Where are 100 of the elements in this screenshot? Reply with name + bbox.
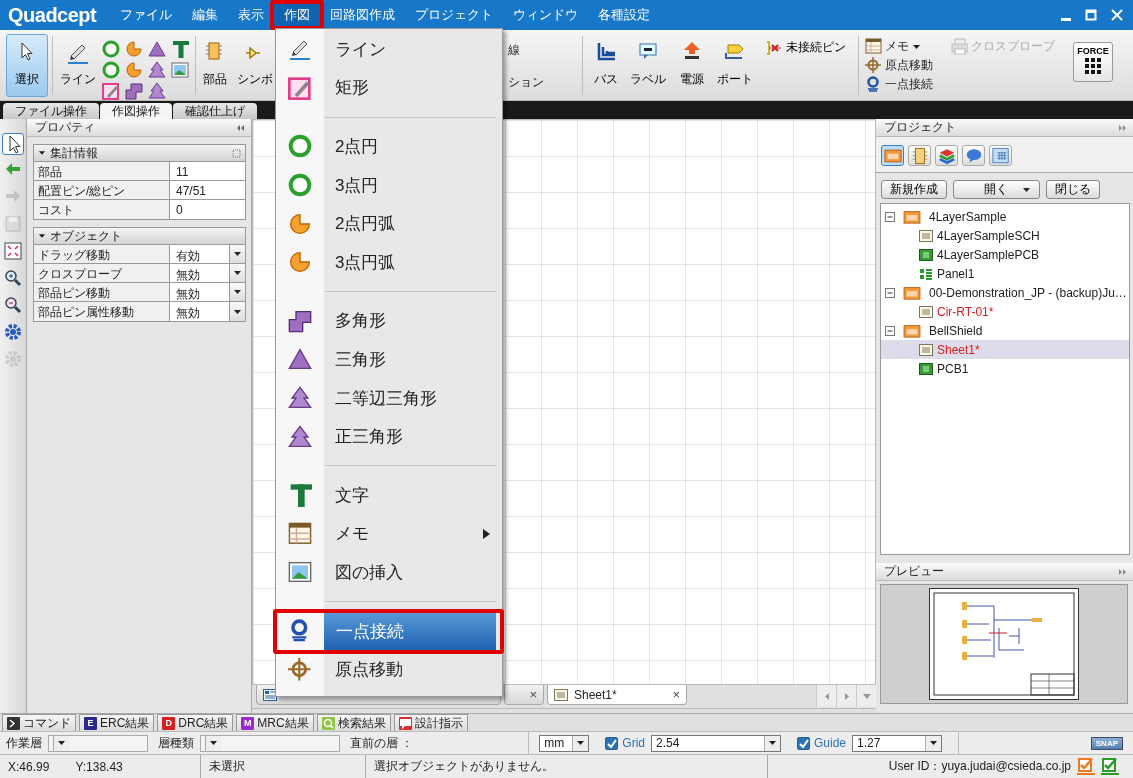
- menu-bar-item[interactable]: ウィンドウ: [503, 0, 589, 30]
- dropdown-arrow-icon[interactable]: [233, 270, 242, 276]
- property-value[interactable]: 無効: [170, 264, 229, 282]
- menu-item[interactable]: 図の挿入: [324, 560, 403, 584]
- section-title: オブジェクト: [50, 227, 122, 245]
- ribbon-tab[interactable]: ファイル操作: [3, 103, 99, 119]
- force-button[interactable]: FORCE: [1073, 42, 1113, 82]
- menu-bar-item[interactable]: プロジェクト: [405, 0, 504, 30]
- toolbar-button[interactable]: 未接続ピン: [759, 38, 852, 57]
- settings-icon[interactable]: [4, 323, 22, 343]
- menu-item[interactable]: 三角形: [324, 347, 386, 371]
- dropdown-field[interactable]: mm: [539, 734, 590, 752]
- menu-bar-item[interactable]: ファイル: [110, 0, 183, 30]
- tree-item[interactable]: Panel1: [881, 264, 1129, 283]
- menu-item[interactable]: 矩形: [324, 76, 369, 100]
- tree-item[interactable]: 4LayerSamplePCB: [881, 245, 1129, 264]
- polygon-icon: [124, 81, 143, 100]
- menu-item[interactable]: 文字: [324, 483, 369, 507]
- menu-item[interactable]: 2点円: [324, 135, 379, 158]
- toolbar-button[interactable]: ライン: [57, 34, 99, 97]
- toolbar-button[interactable]: シンボ: [234, 34, 274, 97]
- checkbox[interactable]: [605, 736, 619, 750]
- close-button[interactable]: ×: [529, 687, 537, 702]
- panel-button[interactable]: 新規作成: [881, 180, 947, 199]
- menu-bar-item[interactable]: 回路図作成: [320, 0, 406, 30]
- property-name: 配置ピン/総ピン: [34, 181, 170, 199]
- tree-item[interactable]: PCB1: [881, 359, 1129, 378]
- ribbon-tab[interactable]: 作図操作: [100, 103, 172, 119]
- tree-item[interactable]: BellShield: [881, 321, 1129, 340]
- panel-tab[interactable]: E ERC結果: [79, 714, 155, 731]
- property-value[interactable]: 有効: [170, 245, 229, 263]
- dropdown-arrow-icon[interactable]: [233, 308, 242, 315]
- dropdown-arrow-icon[interactable]: [233, 289, 242, 295]
- menu-item[interactable]: 多角形: [324, 309, 386, 333]
- caret-icon: [1022, 186, 1031, 193]
- document-tab[interactable]: Sheet1* ×: [547, 685, 687, 705]
- panel-tab[interactable]: 設計指示: [393, 714, 468, 731]
- menu-bar-item[interactable]: 表示: [228, 0, 275, 30]
- menu-item[interactable]: 3点円: [324, 173, 379, 197]
- tree-item[interactable]: 4LayerSample: [881, 207, 1129, 226]
- property-value[interactable]: 無効: [170, 302, 229, 321]
- toolbar-button[interactable]: バス: [587, 34, 625, 97]
- grid-dots-icon: [1085, 58, 1101, 74]
- property-value[interactable]: 無効: [170, 283, 229, 301]
- document-tab[interactable]: ×: [504, 685, 544, 705]
- property-name: クロスプローブ: [34, 264, 170, 282]
- ribbon-tab[interactable]: 確認仕上げ: [173, 103, 257, 119]
- toolbar-button[interactable]: 選択: [6, 34, 48, 97]
- dropdown-field[interactable]: [200, 734, 340, 752]
- caret-icon[interactable]: [862, 691, 871, 701]
- tree-item[interactable]: 4LayerSampleSCH: [881, 226, 1129, 245]
- close-button[interactable]: ×: [672, 687, 680, 702]
- view-button[interactable]: [881, 145, 904, 166]
- dropdown-arrow-icon[interactable]: [233, 251, 242, 257]
- panel-button[interactable]: 開く: [953, 180, 1040, 199]
- view-button[interactable]: [989, 145, 1012, 166]
- scroll-right-icon[interactable]: [842, 691, 851, 701]
- menu-item[interactable]: 正三角形: [324, 425, 403, 449]
- caret-icon: [912, 43, 921, 50]
- toolbar-button[interactable]: ポート: [713, 34, 757, 97]
- toolbar-button[interactable]: 一点接続: [865, 76, 933, 93]
- view-button[interactable]: [962, 145, 985, 166]
- menu-item[interactable]: 原点移動: [324, 658, 403, 682]
- zoom-in-icon[interactable]: [4, 269, 22, 289]
- menu-item[interactable]: 2点円弧: [324, 212, 396, 236]
- collapse-box-icon: [885, 287, 895, 298]
- pie-icon: [124, 60, 143, 79]
- dropdown-field[interactable]: 1.27: [852, 734, 943, 752]
- scroll-left-icon[interactable]: [822, 691, 831, 701]
- menu-bar-item[interactable]: 編集: [182, 0, 229, 30]
- view-button[interactable]: [935, 145, 958, 166]
- dropdown-field[interactable]: 2.54: [651, 734, 781, 752]
- dropdown-field[interactable]: [48, 734, 148, 752]
- section-title: 集計情報: [50, 144, 98, 162]
- view-button[interactable]: [908, 145, 931, 166]
- zoom-out-icon[interactable]: [4, 296, 22, 316]
- tree-item[interactable]: 00-Demonstration_JP - (backup)Ju…: [881, 283, 1129, 302]
- menu-item[interactable]: 二等辺三角形: [324, 386, 437, 410]
- tree-item[interactable]: Cir-RT-01*: [881, 302, 1129, 321]
- panel-icon: [919, 267, 933, 280]
- panel-tab[interactable]: D DRC結果: [157, 714, 234, 731]
- fit-view-icon[interactable]: [4, 242, 22, 262]
- menu-bar-item[interactable]: 各種設定: [588, 0, 661, 30]
- menu-item[interactable]: ライン: [324, 37, 386, 61]
- panel-tab[interactable]: M MRC結果: [236, 714, 314, 731]
- menu-item[interactable]: メモ: [324, 522, 369, 546]
- toolbar-button[interactable]: ラベル: [625, 34, 671, 97]
- checkbox[interactable]: [797, 736, 810, 750]
- minimize-icon: [1061, 17, 1071, 21]
- panel-tab[interactable]: 検索結果: [316, 714, 391, 731]
- toolbar-button[interactable]: メモ: [865, 38, 933, 55]
- ring-icon: [288, 173, 312, 198]
- tree-item[interactable]: Sheet1*: [881, 340, 1129, 359]
- menu-item[interactable]: 3点円弧: [324, 250, 396, 274]
- toolbar-button[interactable]: 原点移動: [865, 57, 933, 74]
- toolbar-button[interactable]: 部品: [200, 34, 230, 97]
- panel-tab[interactable]: コマンド: [2, 714, 76, 731]
- toolbar-button[interactable]: 電源: [671, 34, 713, 97]
- panel-button[interactable]: 閉じる: [1046, 180, 1100, 199]
- menu-item[interactable]: 一点接続: [324, 611, 496, 651]
